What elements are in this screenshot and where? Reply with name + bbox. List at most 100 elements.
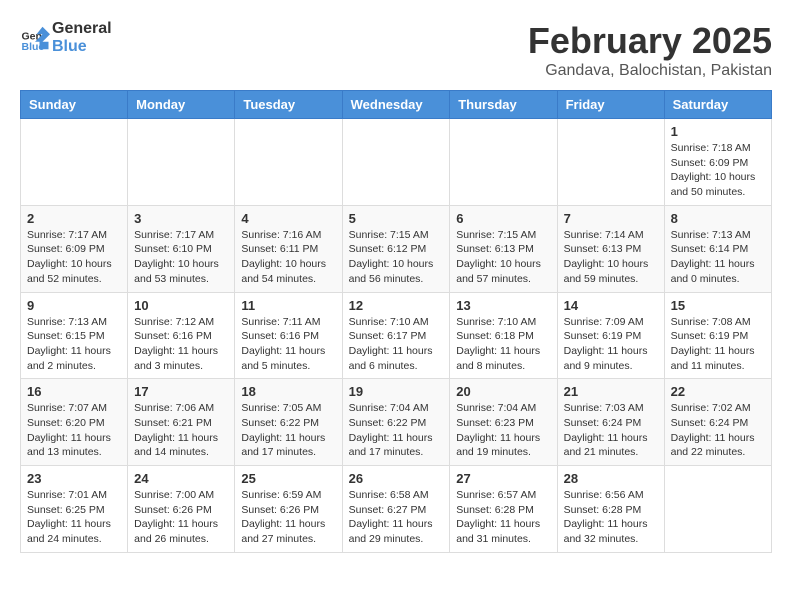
day-info: Sunrise: 7:13 AM Sunset: 6:15 PM Dayligh… xyxy=(27,315,121,374)
calendar-week-row: 1Sunrise: 7:18 AM Sunset: 6:09 PM Daylig… xyxy=(21,119,772,206)
calendar-cell: 28 Sunrise: 6:56 AM Sunset: 6:28 PM Dayli… xyxy=(557,466,664,553)
calendar-cell: 10 Sunrise: 7:12 AM Sunset: 6:16 PM Dayli… xyxy=(128,292,235,379)
calendar-week-row: 2 Sunrise: 7:17 AM Sunset: 6:09 PM Daylig… xyxy=(21,205,772,292)
calendar-header-wednesday: Wednesday xyxy=(342,91,450,119)
day-number: 28 xyxy=(564,471,658,486)
day-number: 11 xyxy=(241,298,335,313)
calendar-week-row: 23Sunrise: 7:01 AM Sunset: 6:25 PM Dayli… xyxy=(21,466,772,553)
calendar-cell: 22 Sunrise: 7:02 AM Sunset: 6:24 PM Dayli… xyxy=(664,379,771,466)
day-info: Sunrise: 7:16 AM Sunset: 6:11 PM Dayligh… xyxy=(241,228,335,287)
calendar-header-tuesday: Tuesday xyxy=(235,91,342,119)
calendar-header-friday: Friday xyxy=(557,91,664,119)
day-info: Sunrise: 6:57 AM Sunset: 6:28 PM Dayligh… xyxy=(456,488,550,547)
day-number: 8 xyxy=(671,211,765,226)
calendar-header-saturday: Saturday xyxy=(664,91,771,119)
day-number: 24 xyxy=(134,471,228,486)
logo: Gen Blue General Blue xyxy=(20,20,112,56)
day-number: 3 xyxy=(134,211,228,226)
day-info: Sunrise: 6:58 AM Sunset: 6:27 PM Dayligh… xyxy=(349,488,444,547)
day-number: 6 xyxy=(456,211,550,226)
day-number: 15 xyxy=(671,298,765,313)
calendar-cell: 8 Sunrise: 7:13 AM Sunset: 6:14 PM Daylig… xyxy=(664,205,771,292)
logo-general-text: General xyxy=(52,20,112,37)
calendar-cell: 3 Sunrise: 7:17 AM Sunset: 6:10 PM Daylig… xyxy=(128,205,235,292)
day-info: Sunrise: 7:11 AM Sunset: 6:16 PM Dayligh… xyxy=(241,315,335,374)
day-info: Sunrise: 7:08 AM Sunset: 6:19 PM Dayligh… xyxy=(671,315,765,374)
calendar-cell: 7 Sunrise: 7:14 AM Sunset: 6:13 PM Daylig… xyxy=(557,205,664,292)
day-info: Sunrise: 7:18 AM Sunset: 6:09 PM Dayligh… xyxy=(671,141,765,200)
calendar-cell: 19 Sunrise: 7:04 AM Sunset: 6:22 PM Dayli… xyxy=(342,379,450,466)
calendar-cell: 11 Sunrise: 7:11 AM Sunset: 6:16 PM Dayli… xyxy=(235,292,342,379)
day-info: Sunrise: 7:04 AM Sunset: 6:23 PM Dayligh… xyxy=(456,401,550,460)
calendar-cell xyxy=(21,119,128,206)
calendar-week-row: 16Sunrise: 7:07 AM Sunset: 6:20 PM Dayli… xyxy=(21,379,772,466)
day-info: Sunrise: 7:10 AM Sunset: 6:18 PM Dayligh… xyxy=(456,315,550,374)
day-info: Sunrise: 7:17 AM Sunset: 6:10 PM Dayligh… xyxy=(134,228,228,287)
calendar-cell: 23Sunrise: 7:01 AM Sunset: 6:25 PM Dayli… xyxy=(21,466,128,553)
calendar-cell xyxy=(450,119,557,206)
calendar-header-row: SundayMondayTuesdayWednesdayThursdayFrid… xyxy=(21,91,772,119)
day-number: 7 xyxy=(564,211,658,226)
day-info: Sunrise: 6:56 AM Sunset: 6:28 PM Dayligh… xyxy=(564,488,658,547)
calendar-cell: 14Sunrise: 7:09 AM Sunset: 6:19 PM Dayli… xyxy=(557,292,664,379)
day-info: Sunrise: 7:04 AM Sunset: 6:22 PM Dayligh… xyxy=(349,401,444,460)
day-number: 9 xyxy=(27,298,121,313)
calendar-cell: 26 Sunrise: 6:58 AM Sunset: 6:27 PM Dayli… xyxy=(342,466,450,553)
calendar-cell: 25 Sunrise: 6:59 AM Sunset: 6:26 PM Dayli… xyxy=(235,466,342,553)
location-title: Gandava, Balochistan, Pakistan xyxy=(528,62,772,80)
calendar-week-row: 9 Sunrise: 7:13 AM Sunset: 6:15 PM Daylig… xyxy=(21,292,772,379)
calendar-cell: 9 Sunrise: 7:13 AM Sunset: 6:15 PM Daylig… xyxy=(21,292,128,379)
day-info: Sunrise: 7:13 AM Sunset: 6:14 PM Dayligh… xyxy=(671,228,765,287)
calendar-table: SundayMondayTuesdayWednesdayThursdayFrid… xyxy=(20,90,772,553)
day-info: Sunrise: 7:00 AM Sunset: 6:26 PM Dayligh… xyxy=(134,488,228,547)
calendar-cell: 20 Sunrise: 7:04 AM Sunset: 6:23 PM Dayli… xyxy=(450,379,557,466)
day-info: Sunrise: 7:05 AM Sunset: 6:22 PM Dayligh… xyxy=(241,401,335,460)
calendar-cell xyxy=(128,119,235,206)
day-number: 4 xyxy=(241,211,335,226)
month-title: February 2025 xyxy=(528,20,772,62)
day-number: 19 xyxy=(349,384,444,399)
day-number: 22 xyxy=(671,384,765,399)
day-number: 25 xyxy=(241,471,335,486)
day-info: Sunrise: 7:14 AM Sunset: 6:13 PM Dayligh… xyxy=(564,228,658,287)
calendar-cell: 27Sunrise: 6:57 AM Sunset: 6:28 PM Dayli… xyxy=(450,466,557,553)
day-info: Sunrise: 7:12 AM Sunset: 6:16 PM Dayligh… xyxy=(134,315,228,374)
day-info: Sunrise: 7:09 AM Sunset: 6:19 PM Dayligh… xyxy=(564,315,658,374)
logo-icon: Gen Blue xyxy=(20,23,50,53)
calendar-cell xyxy=(557,119,664,206)
calendar-cell: 16Sunrise: 7:07 AM Sunset: 6:20 PM Dayli… xyxy=(21,379,128,466)
day-number: 17 xyxy=(134,384,228,399)
calendar-cell xyxy=(235,119,342,206)
calendar-cell: 6 Sunrise: 7:15 AM Sunset: 6:13 PM Daylig… xyxy=(450,205,557,292)
calendar-cell: 5 Sunrise: 7:15 AM Sunset: 6:12 PM Daylig… xyxy=(342,205,450,292)
calendar-cell xyxy=(342,119,450,206)
day-info: Sunrise: 7:02 AM Sunset: 6:24 PM Dayligh… xyxy=(671,401,765,460)
calendar-cell: 1Sunrise: 7:18 AM Sunset: 6:09 PM Daylig… xyxy=(664,119,771,206)
day-number: 12 xyxy=(349,298,444,313)
logo-blue-text: Blue xyxy=(52,38,87,55)
day-number: 20 xyxy=(456,384,550,399)
day-info: Sunrise: 7:06 AM Sunset: 6:21 PM Dayligh… xyxy=(134,401,228,460)
calendar-cell: 4 Sunrise: 7:16 AM Sunset: 6:11 PM Daylig… xyxy=(235,205,342,292)
day-info: Sunrise: 7:03 AM Sunset: 6:24 PM Dayligh… xyxy=(564,401,658,460)
calendar-cell xyxy=(664,466,771,553)
day-number: 16 xyxy=(27,384,121,399)
day-info: Sunrise: 7:17 AM Sunset: 6:09 PM Dayligh… xyxy=(27,228,121,287)
day-info: Sunrise: 7:15 AM Sunset: 6:12 PM Dayligh… xyxy=(349,228,444,287)
calendar-cell: 21Sunrise: 7:03 AM Sunset: 6:24 PM Dayli… xyxy=(557,379,664,466)
day-number: 26 xyxy=(349,471,444,486)
calendar-cell: 13 Sunrise: 7:10 AM Sunset: 6:18 PM Dayli… xyxy=(450,292,557,379)
day-number: 10 xyxy=(134,298,228,313)
title-section: February 2025 Gandava, Balochistan, Paki… xyxy=(528,20,772,80)
calendar-header-sunday: Sunday xyxy=(21,91,128,119)
calendar-cell: 2 Sunrise: 7:17 AM Sunset: 6:09 PM Daylig… xyxy=(21,205,128,292)
day-number: 18 xyxy=(241,384,335,399)
calendar-header-monday: Monday xyxy=(128,91,235,119)
day-info: Sunrise: 7:15 AM Sunset: 6:13 PM Dayligh… xyxy=(456,228,550,287)
day-number: 5 xyxy=(349,211,444,226)
day-number: 2 xyxy=(27,211,121,226)
day-number: 13 xyxy=(456,298,550,313)
day-info: Sunrise: 6:59 AM Sunset: 6:26 PM Dayligh… xyxy=(241,488,335,547)
page-header: Gen Blue General Blue February 2025 Gand… xyxy=(20,20,772,80)
day-info: Sunrise: 7:01 AM Sunset: 6:25 PM Dayligh… xyxy=(27,488,121,547)
